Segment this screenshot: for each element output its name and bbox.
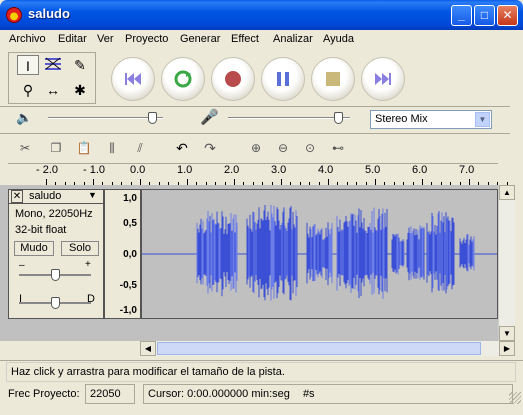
horizontal-scrollbar[interactable]: ◀ ▶ xyxy=(140,341,515,356)
menu-proyecto[interactable]: Proyecto xyxy=(125,33,168,45)
audacity-icon xyxy=(6,7,22,23)
menu-editar[interactable]: Editar xyxy=(58,33,87,45)
input-volume-thumb[interactable] xyxy=(333,112,343,124)
title-bar[interactable]: saludo _ □ ✕ xyxy=(0,0,523,30)
window-title: saludo xyxy=(28,6,70,21)
resize-grip-icon[interactable] xyxy=(509,392,521,404)
selection-tool-icon[interactable]: I xyxy=(17,55,39,75)
output-volume-thumb[interactable] xyxy=(147,112,157,124)
status-message: Haz click y arrastra para modificar el t… xyxy=(6,362,516,382)
menu-generar[interactable]: Generar xyxy=(180,33,220,45)
scroll-up-icon[interactable]: ▲ xyxy=(499,185,515,200)
ruler-label: 3.0 xyxy=(271,164,287,176)
status-bar: Haz click y arrastra para modificar el t… xyxy=(0,360,523,382)
amp-label-neg-half: -0,5 xyxy=(119,280,137,291)
ruler-label: 1.0 xyxy=(177,164,193,176)
menu-ver[interactable]: Ver xyxy=(97,33,114,45)
amplitude-ruler: 1,0 0,5 0,0 -0,5 -1,0 xyxy=(104,189,141,319)
cut-icon[interactable]: ✂ xyxy=(13,137,37,159)
selection-bar: Frec Proyecto: 22050 Cursor: 0:00.000000… xyxy=(0,382,523,406)
project-rate-field[interactable]: 22050 xyxy=(85,384,135,404)
zoom-out-icon[interactable]: ⊖ xyxy=(271,137,295,159)
fit-project-icon[interactable]: ⊷ xyxy=(326,137,350,159)
gain-plus-label: + xyxy=(85,259,91,270)
draw-tool-icon[interactable]: ✎ xyxy=(69,55,91,75)
microphone-icon: 🎤 xyxy=(200,109,219,126)
ruler-label: 5.0 xyxy=(365,164,381,176)
ruler-label: 7.0 xyxy=(459,164,475,176)
amp-label-half: 0,5 xyxy=(123,218,137,229)
cursor-position-field: Cursor: 0:00.000000 min:seg #s xyxy=(143,384,513,404)
cursor-suffix: #s xyxy=(302,388,315,400)
track-close-icon[interactable]: ✕ xyxy=(11,190,23,203)
amp-label-zero: 0,0 xyxy=(123,249,137,260)
track-name[interactable]: saludo xyxy=(29,190,61,202)
toolbar-divider xyxy=(0,106,510,107)
gain-slider-thumb[interactable] xyxy=(51,269,60,281)
gain-minus-label: – xyxy=(19,260,25,271)
paste-icon[interactable]: 📋 xyxy=(72,137,96,159)
ruler-label: 0.0 xyxy=(130,164,146,176)
menu-effect[interactable]: Effect xyxy=(231,33,259,45)
track-format: Mono, 22050Hz xyxy=(15,208,93,220)
silence-icon[interactable]: ⫽ xyxy=(128,137,152,159)
fit-selection-icon[interactable]: ⊙ xyxy=(298,137,322,159)
undo-icon[interactable]: ↶ xyxy=(170,137,194,159)
timeshift-tool-icon[interactable]: ↔ xyxy=(42,80,64,100)
dropdown-arrow-icon[interactable]: ▼ xyxy=(475,112,490,127)
waveform-graphic xyxy=(142,204,497,301)
speaker-icon: 🔈 xyxy=(16,110,33,125)
skip-to-end-button[interactable] xyxy=(361,57,405,101)
track-menu-arrow-icon[interactable]: ▼ xyxy=(88,190,97,200)
stop-button[interactable] xyxy=(311,57,355,101)
tools-toolbar: I ✎ ⚲ ↔ ✱ xyxy=(8,52,96,104)
scroll-left-icon[interactable]: ◀ xyxy=(140,341,156,356)
menu-analizar[interactable]: Analizar xyxy=(273,33,313,45)
multi-tool-icon[interactable]: ✱ xyxy=(69,80,91,100)
output-volume-slider[interactable] xyxy=(48,117,163,119)
skip-to-start-button[interactable] xyxy=(111,57,155,101)
menu-archivo[interactable]: Archivo xyxy=(9,33,46,45)
amp-label-top: 1,0 xyxy=(123,193,137,204)
scroll-down-icon[interactable]: ▼ xyxy=(499,326,515,341)
track-control-panel: ✕ saludo ▼ Mono, 22050Hz 32-bit float Mu… xyxy=(8,189,104,319)
mute-button[interactable]: Mudo xyxy=(14,241,54,256)
envelope-tool-icon[interactable] xyxy=(42,55,64,75)
horizontal-scroll-thumb[interactable] xyxy=(157,342,481,355)
waveform-display[interactable] xyxy=(141,189,498,319)
record-button[interactable] xyxy=(211,57,255,101)
zoom-tool-icon[interactable]: ⚲ xyxy=(17,80,39,100)
input-source-value: Stereo Mix xyxy=(375,113,428,125)
vertical-scrollbar[interactable]: ▲ ▼ xyxy=(498,185,515,341)
ruler-label: 4.0 xyxy=(318,164,334,176)
redo-icon[interactable]: ↷ xyxy=(198,137,222,159)
ruler-label: - 1.0 xyxy=(83,164,106,176)
ruler-label: 6.0 xyxy=(412,164,428,176)
minimize-button[interactable]: _ xyxy=(451,5,472,26)
copy-icon[interactable]: ❐ xyxy=(44,137,68,159)
input-source-select[interactable]: Stereo Mix ▼ xyxy=(370,110,492,129)
input-volume-slider[interactable] xyxy=(228,117,350,119)
menu-bar: Archivo Editar Ver Proyecto Generar Effe… xyxy=(0,30,523,50)
timeline-ruler[interactable]: - 2.0 - 1.0 0.0 1.0 2.0 3.0 4.0 5.0 6.0 7.0 xyxy=(8,163,508,185)
amp-label-bottom: -1,0 xyxy=(119,305,137,316)
loop-play-button[interactable] xyxy=(161,57,205,101)
cursor-position: Cursor: 0:00.000000 min:seg xyxy=(148,388,290,400)
maximize-button[interactable]: □ xyxy=(474,5,495,26)
menu-ayuda[interactable]: Ayuda xyxy=(323,33,354,45)
ruler-label: 2.0 xyxy=(224,164,240,176)
solo-button[interactable]: Solo xyxy=(61,241,99,256)
pan-slider-thumb[interactable] xyxy=(51,297,60,309)
close-button[interactable]: ✕ xyxy=(497,5,518,26)
scroll-right-icon[interactable]: ▶ xyxy=(499,341,515,356)
track-bitdepth: 32-bit float xyxy=(15,224,67,236)
trim-icon[interactable]: ⫼ xyxy=(100,137,124,159)
ruler-label: - 2.0 xyxy=(36,164,59,176)
pause-button[interactable] xyxy=(261,57,305,101)
track-title-bar[interactable]: ✕ saludo ▼ xyxy=(9,190,103,204)
toolbar-divider xyxy=(0,133,510,134)
zoom-in-icon[interactable]: ⊕ xyxy=(244,137,268,159)
project-rate-label: Frec Proyecto: xyxy=(8,388,80,400)
